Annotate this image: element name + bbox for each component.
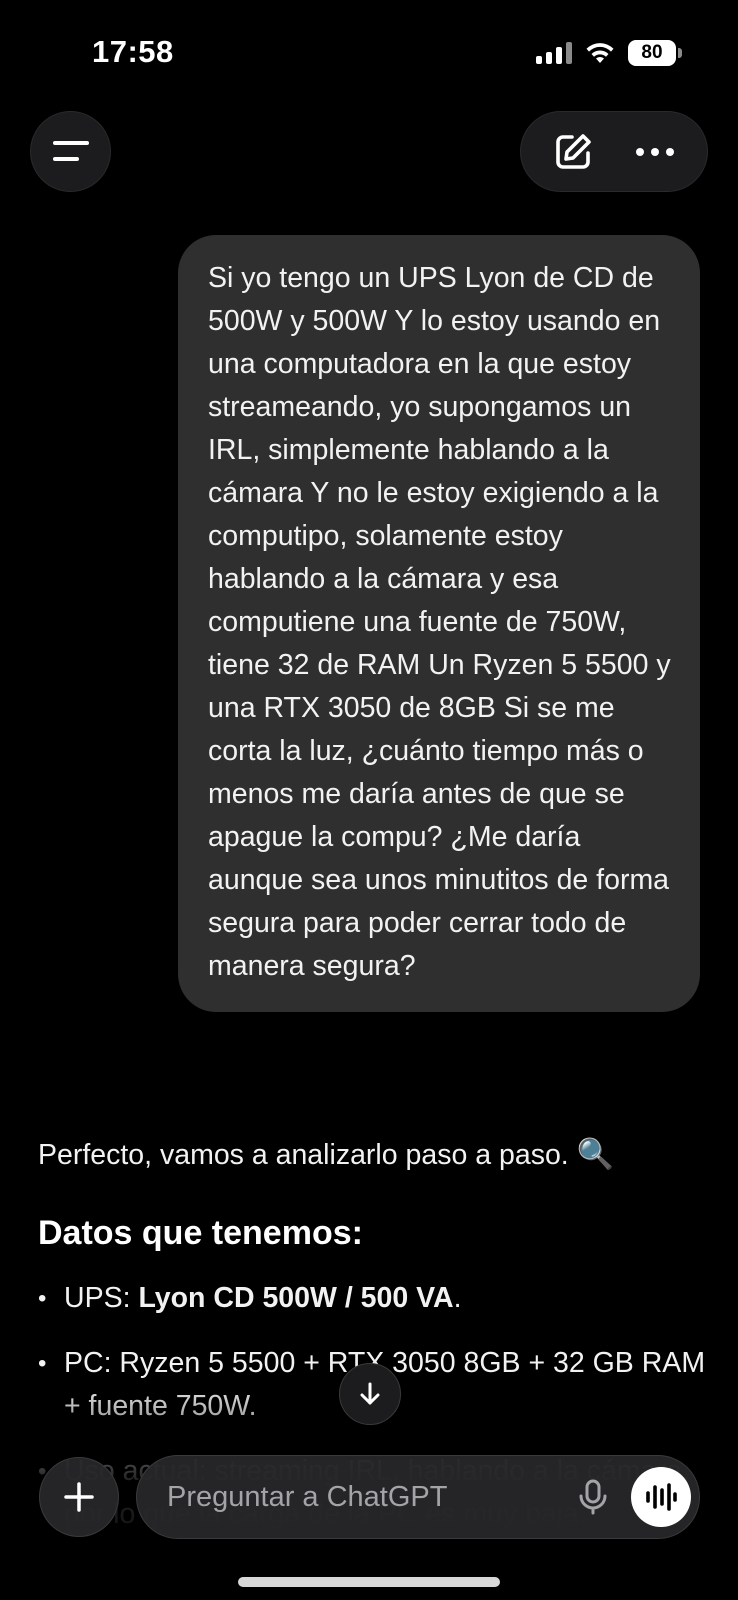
list-item-suffix: . <box>453 1282 462 1314</box>
cellular-signal-icon <box>536 42 572 64</box>
new-chat-icon <box>556 133 591 169</box>
scroll-down-button[interactable] <box>339 1363 401 1425</box>
chat-screen: 17:58 80 Si yo tengo un UPS Lyon de CD d… <box>0 0 738 1600</box>
more-icon <box>636 147 674 156</box>
menu-button[interactable] <box>30 111 111 192</box>
assistant-intro: Perfecto, vamos a analizarlo paso a paso… <box>38 1135 708 1175</box>
arrow-down-icon <box>360 1382 380 1405</box>
microphone-icon <box>579 1479 607 1515</box>
user-message-bubble: Si yo tengo un UPS Lyon de CD de 500W y … <box>178 235 700 1012</box>
header-actions <box>520 111 708 192</box>
plus-icon <box>64 1482 94 1512</box>
new-chat-button[interactable] <box>543 122 603 182</box>
home-indicator <box>238 1577 500 1587</box>
section-heading: Datos que tenemos: <box>38 1214 363 1252</box>
dictate-button[interactable] <box>565 1469 621 1525</box>
wifi-icon <box>584 41 616 65</box>
voice-mode-button[interactable] <box>631 1467 691 1527</box>
more-options-button[interactable] <box>625 122 685 182</box>
status-time: 17:58 <box>92 34 174 69</box>
list-item-bold: Lyon CD 500W / 500 VA <box>138 1282 454 1314</box>
list-item: UPS: Lyon CD 500W / 500 VA. <box>38 1277 708 1320</box>
battery-icon: 80 <box>628 40 682 66</box>
list-item-prefix: UPS: <box>64 1282 139 1314</box>
assistant-intro-text: Perfecto, vamos a analizarlo paso a paso… <box>38 1139 569 1171</box>
menu-icon <box>52 140 89 161</box>
magnifier-emoji-icon: 🔍 <box>576 1138 615 1171</box>
status-icons: 80 <box>536 40 682 66</box>
voice-waveform-icon <box>646 1483 677 1511</box>
composer <box>136 1455 700 1539</box>
battery-level: 80 <box>641 42 663 63</box>
message-input[interactable] <box>167 1480 565 1514</box>
attach-button[interactable] <box>39 1457 119 1537</box>
